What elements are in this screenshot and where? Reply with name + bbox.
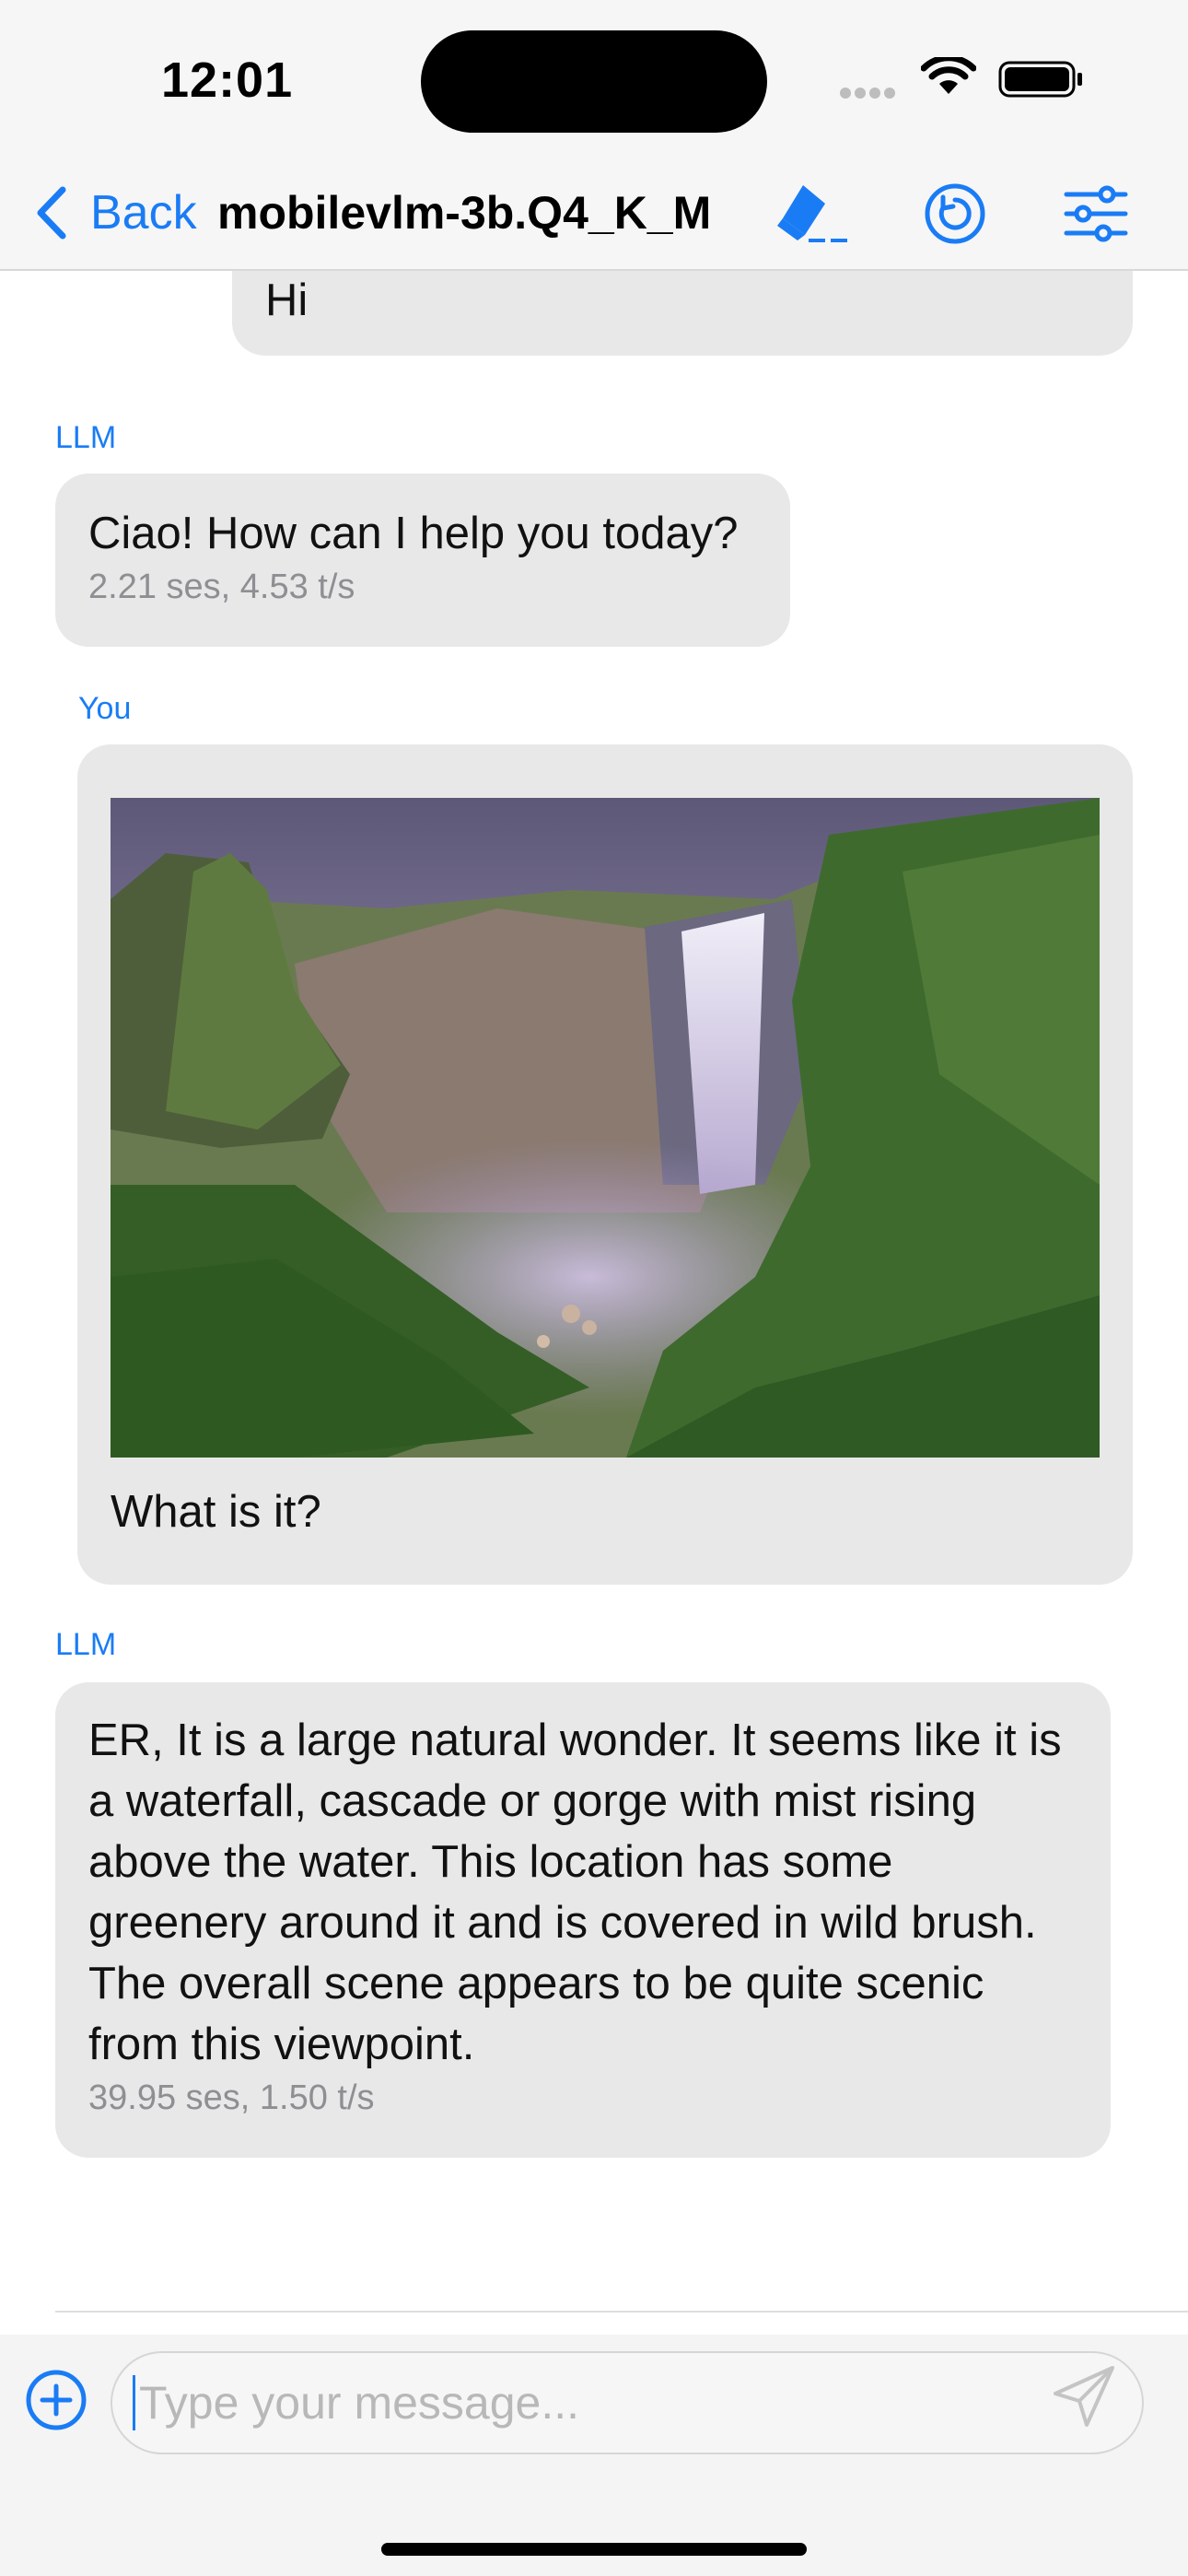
message-text: Hi xyxy=(265,275,309,325)
eraser-icon xyxy=(777,185,847,242)
composer-divider xyxy=(55,2311,1188,2313)
send-button[interactable] xyxy=(1048,2360,1122,2434)
generation-stats: 2.21 ses, 4.53 t/s xyxy=(88,568,355,606)
message-text: What is it? xyxy=(111,1487,321,1537)
eraser-button[interactable] xyxy=(770,175,853,252)
user-message-bubble: Hi xyxy=(232,271,1133,356)
message-text: ER, It is a large natural wonder. It see… xyxy=(88,1715,1062,2069)
assistant-message-bubble: ER, It is a large natural wonder. It see… xyxy=(55,1682,1111,2158)
settings-button[interactable] xyxy=(1054,175,1137,252)
battery-icon xyxy=(998,61,1082,98)
sender-label: You xyxy=(78,691,132,726)
page-title: mobilevlm-3b.Q4_K_M xyxy=(217,187,712,239)
message-input-placeholder: Type your message... xyxy=(139,2377,580,2429)
add-attachment-button[interactable] xyxy=(24,2368,88,2432)
home-indicator xyxy=(381,2543,807,2556)
settings-sliders-icon xyxy=(1064,185,1128,242)
generation-stats: 39.95 ses, 1.50 t/s xyxy=(88,2078,375,2117)
text-caret xyxy=(133,2375,135,2430)
chevron-left-icon xyxy=(37,186,66,240)
navigation-bar: Back mobilevlm-3b.Q4_K_M xyxy=(0,157,1188,271)
wifi-icon xyxy=(921,57,976,94)
sender-label: LLM xyxy=(55,420,117,455)
reload-button[interactable] xyxy=(914,175,996,252)
sender-label: LLM xyxy=(55,1627,117,1662)
dynamic-island xyxy=(421,30,767,133)
back-button[interactable]: Back xyxy=(33,181,197,245)
back-label: Back xyxy=(90,186,197,240)
assistant-message-bubble: Ciao! How can I help you today? 2.21 ses… xyxy=(55,474,790,647)
status-time: 12:01 xyxy=(161,53,294,108)
waterfall-photo[interactable] xyxy=(111,798,1100,1458)
status-bar: 12:01 xyxy=(0,0,1188,157)
cellular-signal-icon xyxy=(840,87,899,103)
message-input[interactable]: Type your message... xyxy=(111,2351,1144,2454)
message-text: Ciao! How can I help you today? xyxy=(88,509,739,558)
reload-icon xyxy=(925,183,985,244)
